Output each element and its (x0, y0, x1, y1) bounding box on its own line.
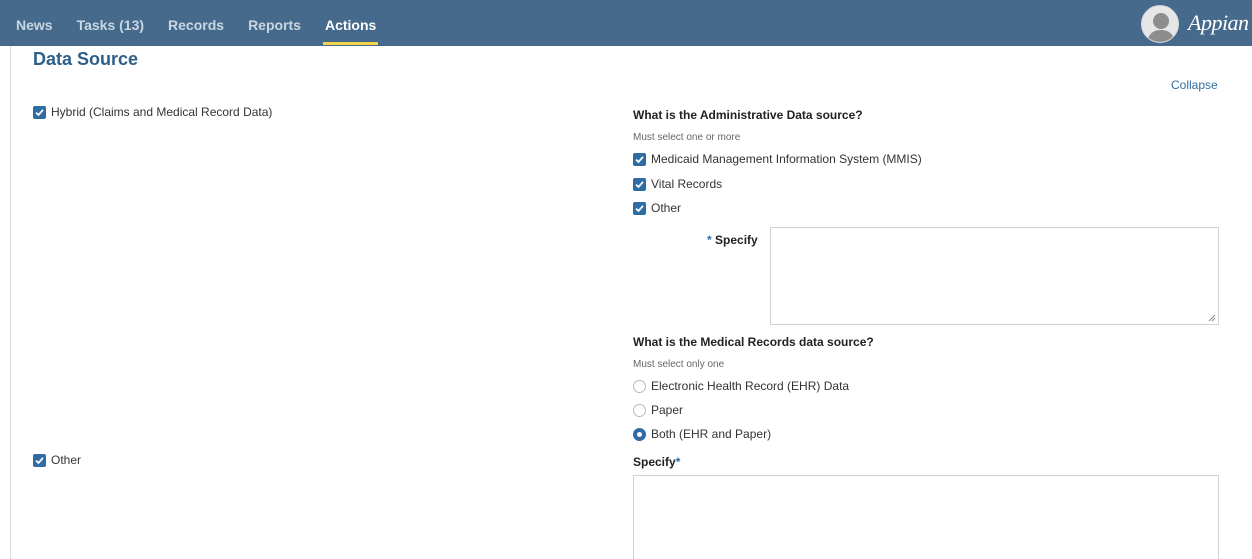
admin-specify-label: * Specify (707, 233, 758, 247)
medical-option-label: Electronic Health Record (EHR) Data (651, 379, 850, 393)
tab-news[interactable]: News (0, 0, 65, 46)
required-mark: * (675, 455, 681, 469)
medical-source-question: What is the Medical Records data source? (633, 335, 874, 349)
checkbox-checked-icon[interactable] (633, 152, 646, 166)
admin-specify-text: Specify (715, 233, 758, 247)
admin-option-mmis[interactable]: Medicaid Management Information System (… (633, 151, 922, 167)
hybrid-checkbox-row[interactable]: Hybrid (Claims and Medical Record Data) (33, 104, 272, 120)
checkbox-checked-icon[interactable] (33, 453, 46, 467)
appian-logo[interactable]: Appian (1188, 10, 1249, 36)
other-checkbox-row[interactable]: Other (33, 452, 81, 468)
section-title: Data Source (33, 49, 139, 69)
admin-option-label: Medicaid Management Information System (… (651, 152, 922, 166)
admin-source-question: What is the Administrative Data source? (633, 108, 863, 122)
admin-option-vital-records[interactable]: Vital Records (633, 176, 722, 192)
checkbox-checked-icon[interactable] (33, 105, 46, 119)
required-mark: * (707, 233, 712, 247)
user-avatar[interactable] (1141, 5, 1179, 43)
hybrid-checkbox-label: Hybrid (Claims and Medical Record Data) (51, 105, 273, 119)
user-silhouette-icon (1142, 6, 1178, 42)
admin-source-hint: Must select one or more (633, 132, 741, 143)
medical-option-paper[interactable]: Paper (633, 402, 683, 418)
resize-grip-icon[interactable] (1208, 314, 1216, 322)
radio-unselected-icon[interactable] (633, 379, 646, 393)
other-checkbox-label: Other (51, 453, 82, 467)
tab-tasks[interactable]: Tasks (13) (65, 0, 156, 46)
radio-selected-icon[interactable] (633, 427, 646, 441)
medical-source-hint: Must select only one (633, 359, 725, 370)
collapse-link[interactable]: Collapse (1171, 78, 1218, 92)
medical-option-label: Paper (651, 403, 684, 417)
other-specify-text: Specify (633, 455, 676, 469)
admin-option-label: Other (651, 201, 682, 215)
admin-specify-textarea[interactable] (770, 227, 1219, 325)
checkbox-checked-icon[interactable] (633, 177, 646, 191)
tab-actions[interactable]: Actions (313, 0, 388, 46)
admin-option-label: Vital Records (651, 177, 723, 191)
other-specify-label: Specify* (633, 455, 680, 469)
tab-reports[interactable]: Reports (236, 0, 313, 46)
checkbox-checked-icon[interactable] (633, 201, 646, 215)
medical-option-label: Both (EHR and Paper) (651, 427, 772, 441)
top-navigation-bar: News Tasks (13) Records Reports Actions … (0, 0, 1252, 46)
nav-tabs: News Tasks (13) Records Reports Actions (0, 0, 388, 46)
other-specify-textarea[interactable] (633, 475, 1219, 559)
medical-option-both[interactable]: Both (EHR and Paper) (633, 426, 771, 442)
tab-records[interactable]: Records (156, 0, 236, 46)
medical-option-ehr[interactable]: Electronic Health Record (EHR) Data (633, 378, 849, 394)
main-content: Data Source Collapse Hybrid (Claims and … (10, 46, 1252, 559)
radio-unselected-icon[interactable] (633, 403, 646, 417)
admin-option-other[interactable]: Other (633, 200, 681, 216)
